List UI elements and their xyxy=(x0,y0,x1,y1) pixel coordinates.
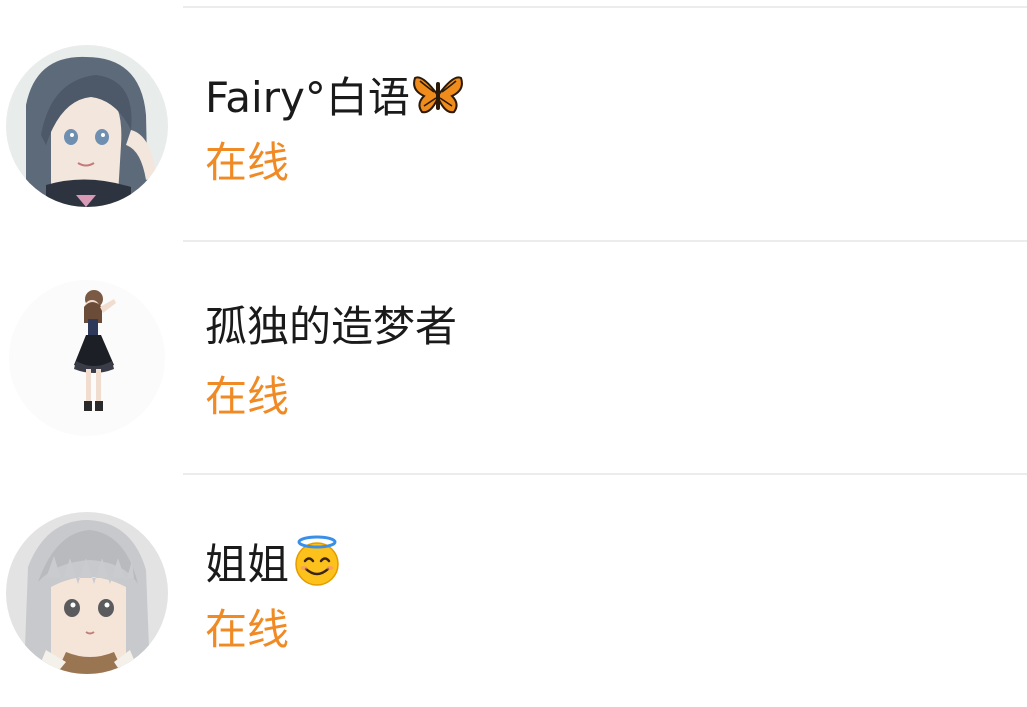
smiling-face-with-halo-icon xyxy=(291,535,343,587)
online-status: 在线 xyxy=(205,372,290,421)
contact-name: 孤独的造梦者 xyxy=(205,302,458,351)
contact-row[interactable]: 姐姐 在线 xyxy=(0,475,1027,707)
anime-girl-silver-hair-avatar xyxy=(6,512,168,674)
online-status: 在线 xyxy=(205,138,290,187)
butterfly-icon xyxy=(412,68,464,120)
contact-row[interactable]: Fairy°白语 在线 xyxy=(0,8,1027,240)
contact-name: Fairy°白语 xyxy=(205,68,464,123)
standing-figure-black-dress-avatar xyxy=(6,277,168,439)
contact-name: 姐姐 xyxy=(205,535,343,590)
online-status: 在线 xyxy=(205,605,290,654)
anime-girl-dark-hair-avatar xyxy=(6,45,168,207)
contact-avatar[interactable] xyxy=(6,512,168,674)
contact-avatar[interactable] xyxy=(6,277,168,439)
contact-row[interactable]: 孤独的造梦者 在线 xyxy=(0,242,1027,474)
contact-avatar[interactable] xyxy=(6,45,168,207)
